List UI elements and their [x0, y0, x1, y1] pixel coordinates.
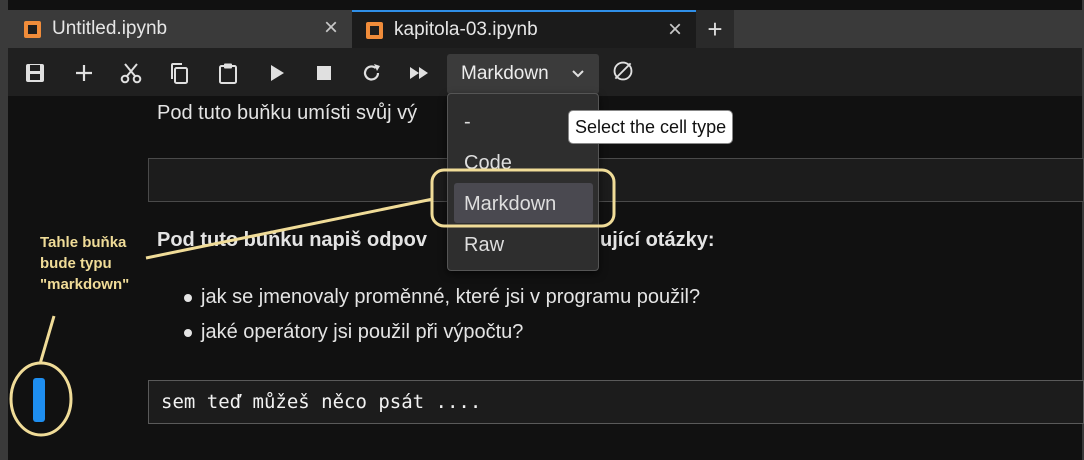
close-icon[interactable]: × — [324, 16, 338, 40]
cell-type-value: Markdown — [461, 63, 549, 84]
editing-cell[interactable]: sem teď můžeš něco psát .... — [148, 380, 1084, 424]
kernel-status-icon[interactable] — [612, 60, 638, 86]
markdown-line: Pod tuto buňku umísti svůj vý — [157, 102, 418, 124]
run-all-icon[interactable] — [408, 62, 430, 84]
notebook-icon — [24, 20, 41, 38]
annotation-line: "markdown" — [40, 276, 130, 293]
empty-code-cell[interactable] — [148, 158, 1084, 202]
tab-untitled[interactable]: Untitled.ipynb × — [18, 10, 352, 48]
list-item: jak se jmenovaly proměnné, které jsi v p… — [201, 286, 701, 308]
list-item: jaké operátory jsi použil při výpočtu? — [201, 321, 524, 343]
close-icon[interactable]: × — [668, 18, 682, 42]
menu-item-code[interactable]: Code — [464, 152, 512, 175]
bullet-icon — [184, 294, 192, 302]
chevron-down-icon — [571, 64, 585, 90]
annotation-pointer-line — [38, 315, 56, 365]
bullet-icon — [184, 329, 192, 337]
markdown-heading: Pod tuto buňku napiš odpov — [157, 229, 427, 251]
annotation-line: bude typu — [40, 255, 112, 272]
markdown-heading-tail: ující otázky: — [600, 229, 715, 251]
cell-type-select[interactable]: Markdown — [447, 54, 599, 94]
tab-label: kapitola-03.ipynb — [394, 19, 538, 40]
window-frame-left — [0, 0, 8, 460]
add-cell-icon[interactable] — [73, 62, 95, 84]
run-icon[interactable] — [266, 62, 288, 84]
stop-icon[interactable] — [313, 62, 335, 84]
paste-icon[interactable] — [217, 62, 239, 84]
tab-kapitola-03[interactable]: kapitola-03.ipynb × — [352, 10, 696, 48]
cell-input-text[interactable]: sem teď můžeš něco psát .... — [161, 391, 481, 413]
annotation-label: Tahle buňka bude typu "markdown" — [40, 232, 129, 295]
menu-item-raw[interactable]: Raw — [464, 234, 504, 257]
cell-type-tooltip: Select the cell type — [568, 110, 734, 144]
save-icon[interactable] — [24, 62, 46, 84]
notebook-icon — [366, 21, 383, 39]
cut-icon[interactable] — [120, 62, 142, 84]
menu-item-markdown[interactable]: Markdown — [464, 193, 556, 216]
annotation-line: Tahle buňka — [40, 234, 127, 251]
restart-icon[interactable] — [361, 62, 383, 84]
menu-item-none[interactable]: - — [464, 111, 471, 134]
active-cell-indicator — [33, 378, 45, 422]
tab-label: Untitled.ipynb — [52, 18, 168, 39]
copy-icon[interactable] — [168, 62, 190, 84]
new-tab-button[interactable]: + — [696, 10, 734, 48]
